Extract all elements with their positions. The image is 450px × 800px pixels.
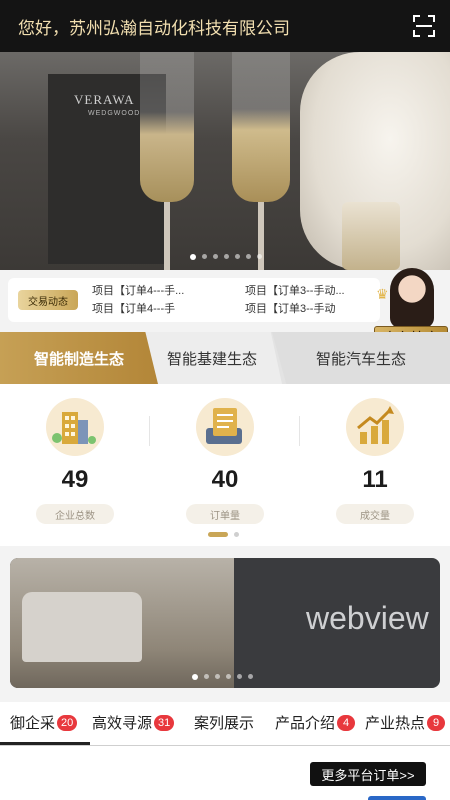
tab-industry-news[interactable]: 产业热点 9 (365, 712, 446, 733)
active-tab-underline (0, 742, 90, 745)
tab-label: 高效寻源 (92, 715, 153, 732)
ticker-line[interactable]: 项目【订单4---手... (92, 282, 227, 300)
ticker-line[interactable]: 项目【订单3--手动 (245, 300, 380, 318)
banner-dot[interactable] (202, 254, 207, 259)
orders-section: 更多平台订单>> (0, 746, 450, 800)
webview-dot[interactable] (204, 674, 209, 679)
transaction-ticker[interactable]: 交易动态 项目【订单4---手... 项目【订单3--手动... 项目【订单4-… (8, 278, 380, 322)
stats-pagination (208, 532, 239, 537)
more-orders-button[interactable]: 更多平台订单>> (310, 762, 426, 786)
stats-dot[interactable] (234, 532, 239, 537)
webview-dot[interactable] (215, 674, 220, 679)
manager-avatar (390, 268, 434, 328)
tab-yuqicai[interactable]: 御企采 20 (10, 712, 78, 733)
count-badge: 9 (427, 715, 446, 731)
webview-placeholder: webview (306, 600, 429, 636)
webview-pagination (192, 674, 253, 680)
chair-shape (22, 592, 142, 662)
tab-smart-infrastructure[interactable]: 智能基建生态 (142, 332, 282, 384)
greeting-title: 您好，苏州弘瀚自动化科技有限公司 (18, 18, 290, 38)
tab-smart-auto[interactable]: 智能汽车生态 (272, 332, 450, 384)
blue-card-edge (368, 796, 426, 800)
count-badge: 20 (57, 715, 78, 731)
banner-dot[interactable] (257, 254, 262, 259)
stat-value: 49 (61, 466, 89, 493)
tab-label: 御企采 (10, 715, 56, 732)
banner-candle (342, 202, 400, 270)
ecosystem-tabs: 智能汽车生态 智能基建生态 智能制造生态 (0, 332, 450, 384)
stat-divider (149, 416, 150, 446)
order-document-icon (196, 398, 254, 456)
stat-divider (299, 416, 300, 446)
banner-box-brand: VERAWA (74, 92, 135, 107)
stat-enterprise-total[interactable]: 49 企业总数 (20, 398, 130, 524)
tab-label: 产品介绍 (275, 715, 336, 732)
ticker-tag: 交易动态 (18, 290, 78, 310)
growth-chart-icon (346, 398, 404, 456)
tab-smart-manufacturing[interactable]: 智能制造生态 (0, 332, 158, 384)
banner-box-sub: WEDGWOOD (88, 110, 141, 117)
ticker-line[interactable]: 项目【订单4---手 (92, 300, 227, 318)
scan-icon[interactable] (412, 14, 436, 38)
webview-card[interactable]: webview (10, 558, 440, 688)
banner-pagination (190, 254, 262, 260)
stats-dot[interactable] (208, 532, 228, 537)
banner-carousel[interactable]: VERAWA WEDGWOOD (0, 52, 450, 270)
banner-dot[interactable] (190, 254, 196, 260)
banner-dot[interactable] (224, 254, 229, 259)
tab-label: 产业热点 (365, 715, 426, 732)
webview-dot[interactable] (248, 674, 253, 679)
ticker-line[interactable]: 项目【订单3--手动... (245, 282, 380, 300)
top-header: 您好，苏州弘瀚自动化科技有限公司 (0, 0, 450, 52)
tab-label: 案列展示 (194, 715, 255, 732)
banner-dot[interactable] (213, 254, 218, 259)
ticker-lines: 项目【订单4---手... 项目【订单3--手动... 项目【订单4---手 项… (92, 282, 380, 318)
stat-value: 11 (362, 466, 388, 493)
stat-order-count[interactable]: 40 订单量 (170, 398, 280, 524)
stat-label: 订单量 (186, 504, 264, 524)
stat-label: 成交量 (336, 504, 414, 524)
tab-products[interactable]: 产品介绍 4 (275, 712, 356, 733)
tab-cases[interactable]: 案列展示 (194, 712, 254, 733)
banner-glass-right (232, 52, 290, 202)
webview-dot[interactable] (237, 674, 242, 679)
stats-panel: 49 企业总数 40 订单量 11 成交量 (0, 384, 450, 546)
category-tabs: 御企采 20 高效寻源 31 案列展示 产品介绍 4 产业热点 9 (0, 702, 450, 746)
tab-sourcing[interactable]: 高效寻源 31 (92, 712, 175, 733)
banner-dot[interactable] (246, 254, 251, 259)
banner-glass-stem-left (164, 202, 170, 270)
stat-value: 40 (211, 466, 239, 493)
banner-glass-left (140, 52, 194, 202)
crown-icon: ♛ (376, 286, 389, 302)
count-badge: 31 (154, 715, 175, 731)
stat-deal-count[interactable]: 11 成交量 (320, 398, 430, 524)
webview-dot[interactable] (192, 674, 198, 680)
building-icon (46, 398, 104, 456)
banner-dot[interactable] (235, 254, 240, 259)
count-badge: 4 (337, 715, 356, 731)
stat-label: 企业总数 (36, 504, 114, 524)
webview-dot[interactable] (226, 674, 231, 679)
